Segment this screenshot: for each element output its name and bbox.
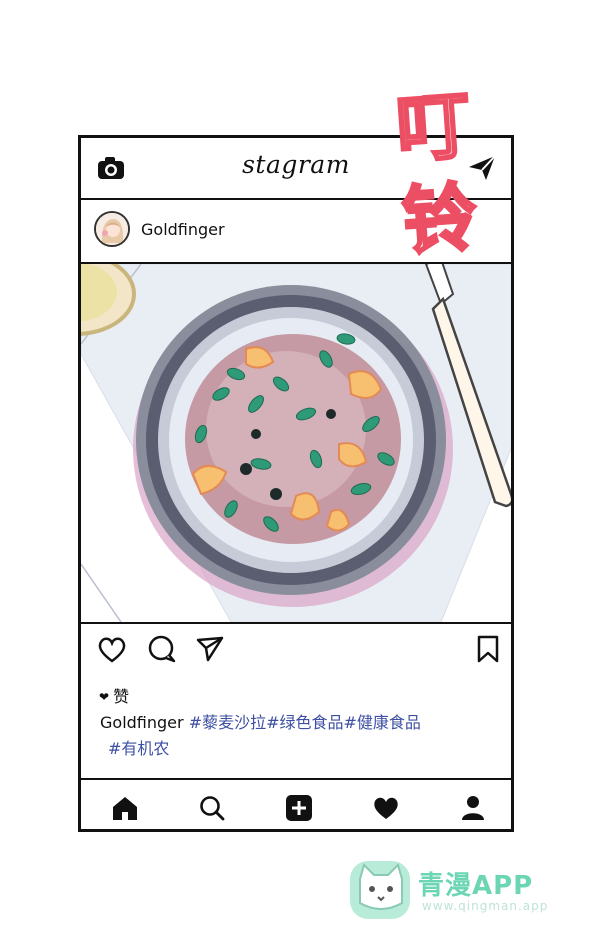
post-image[interactable]	[81, 264, 511, 624]
bookmark-icon[interactable]	[473, 634, 503, 664]
small-heart-icon: ❤	[99, 690, 110, 704]
hashtags[interactable]: #藜麦沙拉#绿色食品#健康食品	[189, 713, 421, 732]
sound-effect-text: 叮铃	[392, 81, 481, 267]
post-username[interactable]: Goldfinger	[141, 220, 225, 239]
watermark-url: www.qingman.app	[422, 899, 549, 913]
home-icon[interactable]	[111, 794, 139, 822]
avatar[interactable]	[94, 211, 130, 247]
watermark: 青漫APP www.qingman.app	[346, 855, 556, 925]
caption-username[interactable]: Goldfinger	[100, 713, 184, 732]
profile-icon[interactable]	[459, 794, 487, 822]
salad-illustration	[81, 264, 511, 622]
cat-logo-icon	[350, 861, 410, 919]
avatar-portrait	[96, 213, 128, 245]
watermark-title: 青漫APP	[418, 871, 534, 901]
likes-label: 赞	[113, 687, 130, 706]
comment-icon[interactable]	[147, 634, 177, 664]
hashtag-organic[interactable]: #有机农	[108, 739, 169, 758]
share-icon[interactable]	[195, 634, 225, 664]
likes-count[interactable]: ❤ 赞	[99, 683, 129, 707]
bottom-nav	[81, 778, 511, 834]
search-icon[interactable]	[198, 794, 226, 822]
add-post-icon[interactable]	[285, 794, 313, 822]
post-actions	[81, 624, 511, 674]
activity-heart-icon[interactable]	[372, 794, 400, 822]
heart-icon[interactable]	[97, 634, 127, 664]
post-caption: Goldfinger #藜麦沙拉#绿色食品#健康食品 #有机农	[100, 710, 500, 762]
